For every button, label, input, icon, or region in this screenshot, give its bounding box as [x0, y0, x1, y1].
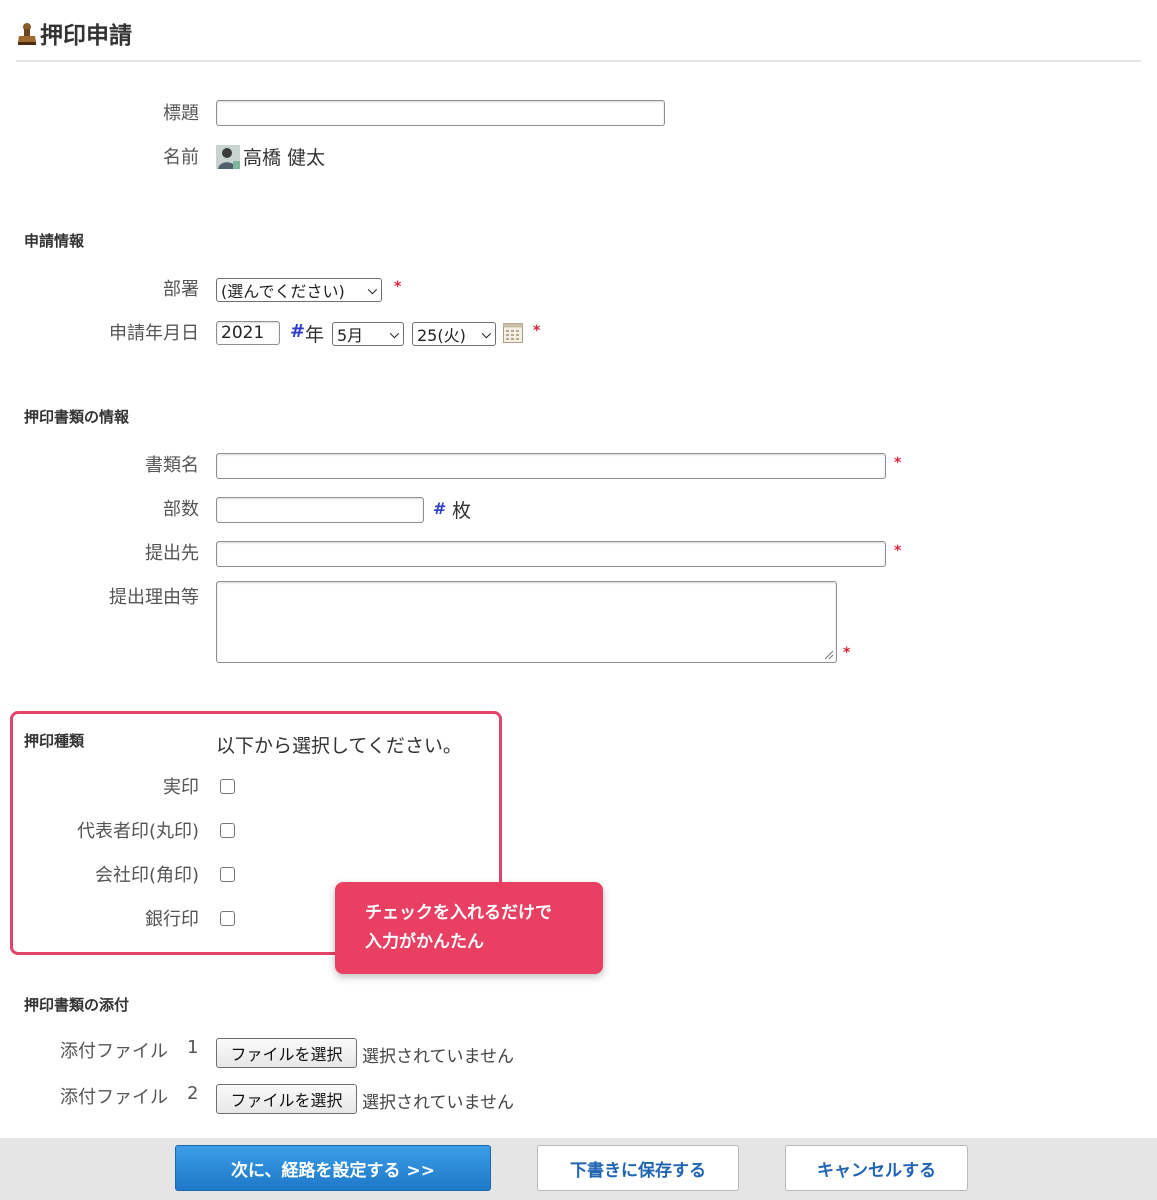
day-select-value: 25(火) — [417, 326, 466, 345]
application-info-heading: 申請情報 — [24, 232, 85, 250]
callout-line: 入力がかんたん — [365, 932, 484, 952]
reason-textarea[interactable] — [216, 581, 837, 663]
attachment-label: 添付ファイル — [60, 1087, 168, 1108]
document-info-heading: 押印書類の情報 — [24, 408, 130, 426]
department-select-value: (選んでください) — [221, 282, 345, 301]
date-label: 申請年月日 — [109, 323, 199, 344]
seal-option-label: 会社印(角印) — [94, 865, 199, 886]
title-label: 標題 — [163, 103, 199, 124]
chevron-down-icon: ⌵ — [367, 282, 377, 297]
seal-option-checkbox[interactable] — [220, 779, 235, 794]
doc-name-input[interactable] — [216, 453, 886, 479]
stamp-icon — [18, 23, 36, 45]
file-status-text: 選択されていません — [362, 1047, 514, 1067]
cancel-button[interactable]: キャンセルする — [785, 1145, 968, 1191]
department-select[interactable]: (選んでください) ⌵ — [216, 278, 382, 302]
recipient-label: 提出先 — [145, 543, 199, 564]
copies-input[interactable] — [216, 497, 424, 523]
attachment-number: 1 — [187, 1037, 199, 1058]
user-avatar — [216, 145, 240, 169]
year-unit: 年 — [305, 324, 325, 346]
copies-unit: 枚 — [452, 500, 472, 522]
seal-option-label: 代表者印(丸印) — [76, 821, 199, 842]
year-hash-icon: # — [290, 321, 306, 342]
seal-option-checkbox[interactable] — [220, 867, 235, 882]
required-mark: * — [394, 279, 402, 295]
seal-type-heading: 押印種類 — [24, 732, 85, 750]
attachment-number: 2 — [187, 1083, 199, 1104]
day-select[interactable]: 25(火) ⌵ — [412, 322, 496, 346]
user-name: 高橋 健太 — [243, 147, 326, 169]
title-input[interactable] — [216, 100, 665, 126]
next-route-button[interactable]: 次に、経路を設定する >> — [175, 1145, 491, 1191]
seal-option-checkbox[interactable] — [220, 823, 235, 838]
year-input[interactable] — [216, 321, 280, 345]
name-label: 名前 — [163, 147, 199, 168]
required-mark: * — [843, 645, 851, 661]
file-status-text: 選択されていません — [362, 1093, 514, 1113]
copies-label: 部数 — [163, 499, 199, 520]
seal-type-instruction: 以下から選択してください。 — [216, 735, 462, 757]
reason-label: 提出理由等 — [109, 587, 199, 608]
choose-file-button[interactable]: ファイルを選択 — [216, 1084, 357, 1114]
doc-name-label: 書類名 — [145, 455, 199, 476]
required-mark: * — [533, 323, 541, 339]
resize-handle-icon[interactable] — [822, 648, 834, 660]
page-header: 押印申請 — [16, 12, 1141, 62]
copies-hash-icon: # — [433, 499, 447, 518]
month-select[interactable]: 5月 ⌵ — [332, 322, 404, 346]
seal-option-label: 銀行印 — [145, 909, 199, 930]
chevron-down-icon: ⌵ — [481, 326, 491, 341]
seal-option-label: 実印 — [163, 777, 199, 798]
footer-bar: 次に、経路を設定する >> 下書きに保存する キャンセルする — [0, 1138, 1157, 1200]
required-mark: * — [894, 543, 902, 559]
callout-tooltip: チェックを入れるだけで 入力がかんたん — [335, 882, 603, 974]
calendar-icon[interactable] — [503, 323, 523, 343]
attachment-label: 添付ファイル — [60, 1041, 168, 1062]
required-mark: * — [894, 455, 902, 471]
attachments-heading: 押印書類の添付 — [24, 996, 130, 1014]
recipient-input[interactable] — [216, 541, 886, 567]
seal-option-checkbox[interactable] — [220, 911, 235, 926]
chevron-down-icon: ⌵ — [389, 326, 399, 341]
page-title: 押印申請 — [40, 23, 132, 49]
save-draft-button[interactable]: 下書きに保存する — [537, 1145, 739, 1191]
choose-file-button[interactable]: ファイルを選択 — [216, 1038, 357, 1068]
department-label: 部署 — [163, 279, 199, 300]
callout-line: チェックを入れるだけで — [365, 903, 552, 923]
month-select-value: 5月 — [337, 326, 364, 345]
